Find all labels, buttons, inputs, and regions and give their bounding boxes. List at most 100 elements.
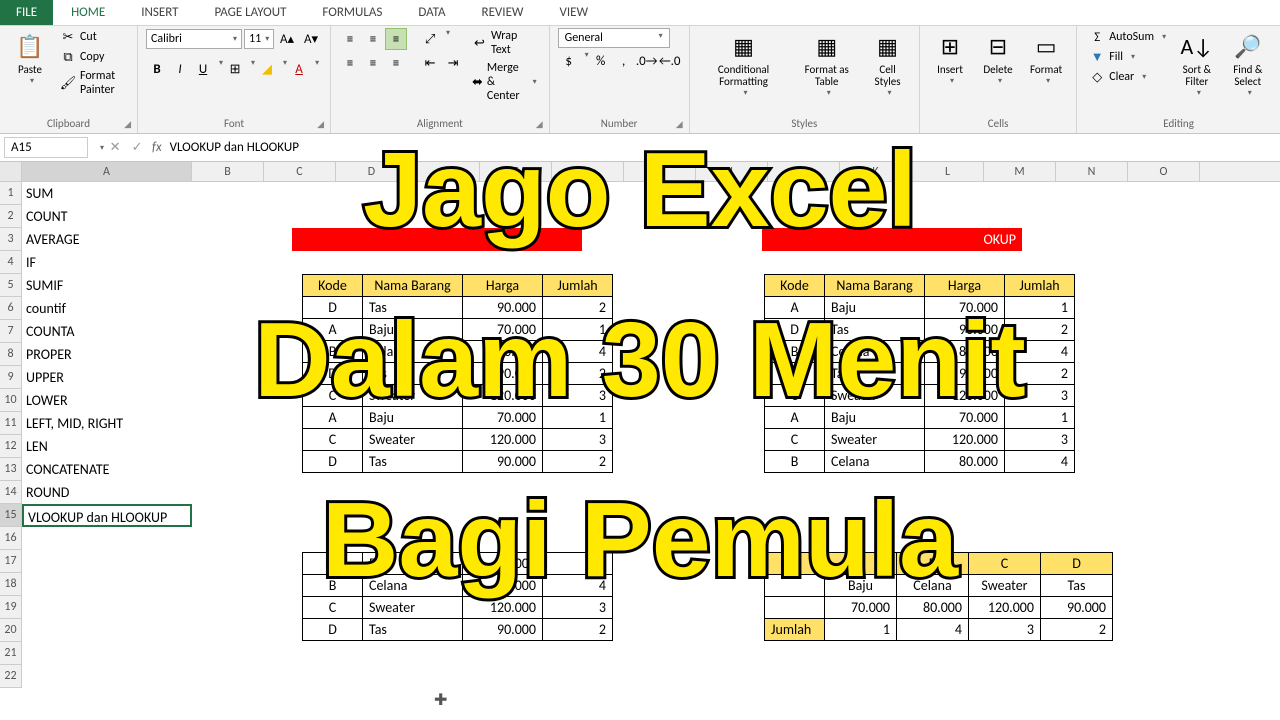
row-header[interactable]: 21 <box>0 642 22 665</box>
font-size-combo[interactable]: 11▾ <box>244 29 274 49</box>
find-select-button[interactable]: 🔎Find & Select▾ <box>1224 28 1272 100</box>
cell[interactable]: COUNTA <box>22 320 192 343</box>
col-header[interactable]: E <box>408 162 480 181</box>
fill-button[interactable]: ▼Fill▾ <box>1085 48 1170 66</box>
row-header[interactable]: 10 <box>0 389 22 412</box>
format-painter-button[interactable]: 🖌Format Painter <box>56 68 129 98</box>
tab-home[interactable]: HOME <box>53 0 123 25</box>
col-header[interactable]: O <box>1128 162 1200 181</box>
cut-button[interactable]: ✂Cut <box>56 28 129 46</box>
cell[interactable]: VLOOKUP dan HLOOKUP <box>22 504 192 527</box>
number-format-combo[interactable]: General▾ <box>558 28 670 48</box>
format-cells-button[interactable]: ▭Format▾ <box>1024 28 1068 88</box>
row-header[interactable]: 1 <box>0 182 22 205</box>
dialog-launcher-icon[interactable]: ◢ <box>124 119 131 130</box>
autosum-button[interactable]: ΣAutoSum▾ <box>1085 28 1170 46</box>
row-header[interactable]: 22 <box>0 665 22 688</box>
row-header[interactable]: 7 <box>0 320 22 343</box>
formula-input[interactable]: VLOOKUP dan HLOOKUP <box>166 138 1276 157</box>
align-left-icon[interactable]: ≡ <box>339 52 361 74</box>
col-header[interactable]: J <box>768 162 840 181</box>
cell[interactable]: COUNT <box>22 205 192 228</box>
copy-button[interactable]: ⧉Copy <box>56 48 129 66</box>
col-header[interactable]: M <box>984 162 1056 181</box>
accounting-format-icon[interactable]: $ <box>558 50 580 72</box>
select-all-corner[interactable] <box>0 162 22 181</box>
insert-cells-button[interactable]: ⊞Insert▾ <box>928 28 972 88</box>
row-header[interactable]: 19 <box>0 596 22 619</box>
cell[interactable]: LEFT, MID, RIGHT <box>22 412 192 435</box>
col-header[interactable]: I <box>696 162 768 181</box>
col-header[interactable]: B <box>192 162 264 181</box>
row-header[interactable]: 4 <box>0 251 22 274</box>
cell[interactable]: SUM <box>22 182 192 205</box>
cell-styles-button[interactable]: ▦Cell Styles▾ <box>864 28 911 100</box>
row-header[interactable]: 17 <box>0 550 22 573</box>
tab-data[interactable]: DATA <box>400 0 463 25</box>
col-header[interactable]: A <box>22 162 192 181</box>
conditional-formatting-button[interactable]: ▦Conditional Formatting▾ <box>698 28 790 100</box>
decrease-font-icon[interactable]: A▾ <box>300 28 322 50</box>
accept-formula-icon[interactable]: ✓ <box>126 140 148 155</box>
sort-filter-button[interactable]: A↓Sort & Filter▾ <box>1174 28 1220 100</box>
row-header[interactable]: 15 <box>0 504 22 527</box>
cell[interactable]: LEN <box>22 435 192 458</box>
col-header[interactable]: H <box>624 162 696 181</box>
dialog-launcher-icon[interactable]: ◢ <box>536 119 543 130</box>
align-center-icon[interactable]: ≡ <box>362 52 384 74</box>
align-bottom-icon[interactable]: ≡ <box>385 28 407 50</box>
col-header[interactable]: N <box>1056 162 1128 181</box>
col-header[interactable]: L <box>912 162 984 181</box>
cancel-formula-icon[interactable]: ✕ <box>104 140 126 155</box>
row-header[interactable]: 5 <box>0 274 22 297</box>
cell[interactable]: PROPER <box>22 343 192 366</box>
col-header[interactable]: G <box>552 162 624 181</box>
orientation-icon[interactable]: ⤢ <box>419 28 441 50</box>
cell[interactable]: countif <box>22 297 192 320</box>
percent-icon[interactable]: % <box>590 50 612 72</box>
align-middle-icon[interactable]: ≡ <box>362 28 384 50</box>
cells-area[interactable]: OKUP KodeNama BarangHargaJumlah DTas90.0… <box>22 182 1280 688</box>
row-header[interactable]: 8 <box>0 343 22 366</box>
tab-review[interactable]: REVIEW <box>464 0 542 25</box>
tab-formulas[interactable]: FORMULAS <box>304 0 400 25</box>
row-header[interactable]: 11 <box>0 412 22 435</box>
font-color-button[interactable]: A <box>288 58 310 80</box>
increase-font-icon[interactable]: A▴ <box>276 28 298 50</box>
row-header[interactable]: 6 <box>0 297 22 320</box>
cell[interactable]: AVERAGE <box>22 228 192 251</box>
cell[interactable]: UPPER <box>22 366 192 389</box>
row-header[interactable]: 14 <box>0 481 22 504</box>
increase-decimal-icon[interactable]: .0→ <box>636 50 658 72</box>
cell[interactable]: SUMIF <box>22 274 192 297</box>
paste-button[interactable]: 📋 Paste ▾ <box>8 28 52 88</box>
bold-button[interactable]: B <box>146 58 168 80</box>
underline-button[interactable]: U <box>192 58 214 80</box>
decrease-indent-icon[interactable]: ⇤ <box>419 52 441 74</box>
wrap-text-button[interactable]: ↩Wrap Text <box>468 28 541 58</box>
cell[interactable]: IF <box>22 251 192 274</box>
fx-icon[interactable]: fx <box>152 140 162 155</box>
italic-button[interactable]: I <box>169 58 191 80</box>
cell[interactable]: ROUND <box>22 481 192 504</box>
col-header[interactable]: C <box>264 162 336 181</box>
row-header[interactable]: 18 <box>0 573 22 596</box>
merge-center-button[interactable]: ⬌Merge & Center▾ <box>468 60 541 104</box>
cell[interactable]: CONCATENATE <box>22 458 192 481</box>
tab-insert[interactable]: INSERT <box>123 0 196 25</box>
col-header[interactable]: D <box>336 162 408 181</box>
format-as-table-button[interactable]: ▦Format as Table▾ <box>793 28 860 100</box>
row-header[interactable]: 12 <box>0 435 22 458</box>
align-top-icon[interactable]: ≡ <box>339 28 361 50</box>
dialog-launcher-icon[interactable]: ◢ <box>676 119 683 130</box>
cell[interactable]: LOWER <box>22 389 192 412</box>
dialog-launcher-icon[interactable]: ◢ <box>317 119 324 130</box>
increase-indent-icon[interactable]: ⇥ <box>442 52 464 74</box>
row-header[interactable]: 9 <box>0 366 22 389</box>
tab-view[interactable]: VIEW <box>542 0 607 25</box>
comma-icon[interactable]: , <box>613 50 635 72</box>
font-name-combo[interactable]: Calibri▾ <box>146 29 242 49</box>
name-box[interactable]: A15 <box>4 137 88 158</box>
row-header[interactable]: 20 <box>0 619 22 642</box>
border-button[interactable]: ⊞ <box>224 58 246 80</box>
